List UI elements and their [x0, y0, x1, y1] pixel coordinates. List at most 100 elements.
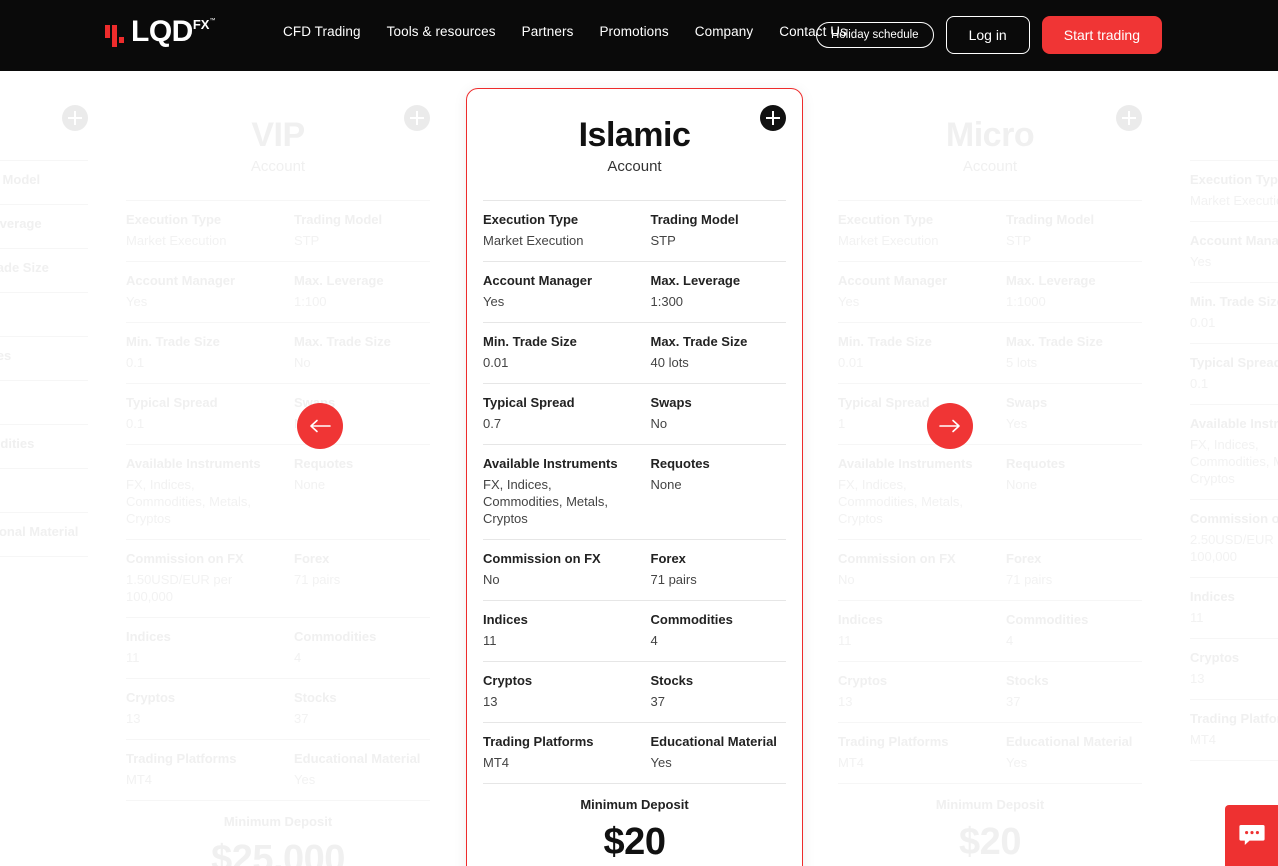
spec-label: Max. Leverage: [650, 273, 741, 288]
spec-value: 4: [1006, 633, 1014, 648]
spec-label: Typical Spread: [126, 395, 218, 410]
spec-row: Available Instruments FX, Indices, Commod…: [838, 444, 1142, 539]
spec-cell: Educational Material: [0, 512, 88, 556]
spec-row: Cryptos 13 Stocks 37: [838, 661, 1142, 722]
spec-label: Forex: [0, 391, 88, 408]
spec-cell: Educational Material Yes: [634, 722, 786, 783]
spec-cell: Available Instruments FX, Indices, Commod…: [483, 444, 635, 539]
spec-cell: Typical Spread 0.1: [126, 383, 278, 444]
spec-value: FX, Indices, Commodities, Metals, Crypto…: [483, 477, 608, 526]
spec-label: Forex: [650, 551, 686, 566]
spec-cell: Max. Trade Size 5 lots: [990, 322, 1142, 383]
spec-label: Execution Type: [838, 212, 934, 227]
spec-cell: Max. Leverage 1:100: [278, 261, 430, 322]
plus-icon[interactable]: [404, 105, 430, 131]
spec-cell: Requotes: [0, 336, 88, 380]
spec-value: 13: [1190, 671, 1205, 686]
spec-cell: Educational Material Yes: [278, 739, 430, 800]
spec-row: Indices Commodities: [0, 424, 88, 468]
spec-label: Max. Leverage: [294, 273, 384, 288]
spec-cell: Cryptos 13: [1190, 638, 1278, 699]
account-card-far-left[interactable]: Account Execution Type Trading Model Acc…: [0, 89, 104, 789]
live-chat-button[interactable]: [1225, 805, 1278, 866]
spec-value: 37: [294, 711, 309, 726]
nav-item-promotions[interactable]: Promotions: [599, 24, 668, 39]
spec-value: 13: [483, 694, 498, 709]
spec-row: Available Instruments FX, Indices, Commod…: [483, 444, 786, 539]
spec-cell: Trading Model STP: [634, 200, 786, 261]
spec-row: Account Manager Yes Max. Leverage 1:300: [483, 261, 786, 322]
spec-label: Min. Trade Size: [838, 334, 932, 349]
spec-label: Execution Type: [483, 212, 579, 227]
account-card-vip[interactable]: VIP Account Execution Type Market Executi…: [110, 89, 446, 866]
spec-label: Max. Trade Size: [650, 334, 748, 349]
spec-row: Typical Spread0.1 SwapsNo: [126, 383, 430, 444]
spec-row: Commission on FX 1.50USD/EUR per 100,000 …: [126, 539, 430, 617]
login-button[interactable]: Log in: [945, 16, 1030, 54]
minimum-deposit-label: Minimum Deposit: [935, 797, 1045, 812]
spec-row: Indices 11 Commodities 4: [483, 600, 786, 661]
spec-label: Account Manager: [838, 273, 948, 288]
spec-value: Yes: [650, 755, 672, 770]
nav-item-company[interactable]: Company: [695, 24, 753, 39]
spec-cell: Indices 11: [838, 600, 990, 661]
spec-value: 1.50USD/EUR per 100,000: [126, 572, 233, 604]
spec-row: Execution Type Market Execution Trading M…: [838, 200, 1142, 261]
holiday-schedule-button[interactable]: Holiday schedule: [815, 22, 934, 48]
spec-value: None: [294, 477, 326, 492]
spec-label: Commodities: [650, 612, 733, 627]
spec-value: 37: [650, 694, 665, 709]
card-title: Islamic: [578, 116, 691, 154]
spec-cell: Forex 71 pairs: [278, 539, 430, 617]
spec-value: STP: [1006, 233, 1032, 248]
carousel-next-button[interactable]: [927, 403, 973, 449]
account-comparison-carousel: Account Execution Type Trading Model Acc…: [0, 71, 1278, 866]
nav-item-cfd-trading[interactable]: CFD Trading: [283, 24, 361, 39]
spec-label: Commission on FX: [838, 551, 956, 566]
spec-value: 0.01: [838, 355, 864, 370]
spec-cell: Execution Type Market Execution: [838, 200, 990, 261]
spec-label: Trading Platforms: [838, 734, 949, 749]
spec-value: None: [1006, 477, 1038, 492]
plus-icon[interactable]: [760, 105, 786, 131]
spec-row: Typical Spread 1 Swaps Yes: [838, 383, 1142, 444]
spec-label: Stocks: [0, 479, 88, 496]
spec-row: Commission on FX2.50USD/EUR per 100,000 …: [1190, 499, 1278, 577]
spec-label: Max. Leverage: [0, 216, 42, 231]
spec-label: Commission on FX: [1190, 511, 1278, 526]
spec-row: Commission on FX No Forex 71 pairs: [838, 539, 1142, 600]
spec-row: Indices11 Commodities: [1190, 577, 1278, 638]
spec-value: MT4: [483, 755, 509, 770]
plus-icon[interactable]: [62, 105, 88, 131]
account-card-far-right[interactable]: Account Execution Type Market Execution T…: [1174, 89, 1278, 789]
spec-cell: Available Instruments FX, Indices, Commod…: [1190, 404, 1278, 499]
spec-label: Execution Type: [1190, 172, 1278, 187]
spec-cell: Swaps No: [634, 383, 786, 444]
spec-value: 1:100: [294, 294, 327, 309]
lqdfx-logo[interactable]: LQD FX ™: [105, 17, 215, 51]
spec-row: Min. Trade Size 0.01 Max. Trade Size 5 lot…: [838, 322, 1142, 383]
spec-value: MT4: [126, 772, 152, 787]
nav-item-tools-resources[interactable]: Tools & resources: [387, 24, 496, 39]
spec-label: Execution Type: [126, 212, 222, 227]
spec-cell: Stocks 37: [634, 661, 786, 722]
minimum-deposit-label: Minimum Deposit: [0, 569, 88, 587]
spec-row: Available Instruments Requotes: [0, 336, 88, 380]
spec-cell: Trading Platforms MT4: [838, 722, 990, 783]
plus-icon[interactable]: [1116, 105, 1142, 131]
account-card-islamic[interactable]: Islamic Account Execution Type Market Exe…: [466, 88, 803, 866]
spec-cell: Account Manager Yes: [838, 261, 990, 322]
spec-label: Educational Material: [294, 751, 421, 766]
spec-cell: Commission on FX No: [483, 539, 635, 600]
account-card-micro[interactable]: Micro Account Execution Type Market Execu…: [822, 89, 1158, 863]
header-actions: Holiday schedule Log in Start trading: [815, 16, 1162, 54]
carousel-prev-button[interactable]: [297, 403, 343, 449]
spec-cell: Commodities 4: [990, 600, 1142, 661]
spec-cell: Trading Model STP: [278, 200, 430, 261]
nav-item-partners[interactable]: Partners: [522, 24, 574, 39]
card-subtitle: Account: [607, 158, 662, 175]
spec-label: Cryptos: [1190, 650, 1240, 665]
spec-cell: Stocks: [0, 468, 88, 512]
start-trading-button[interactable]: Start trading: [1041, 16, 1162, 54]
spec-value: 0.1: [126, 355, 145, 370]
